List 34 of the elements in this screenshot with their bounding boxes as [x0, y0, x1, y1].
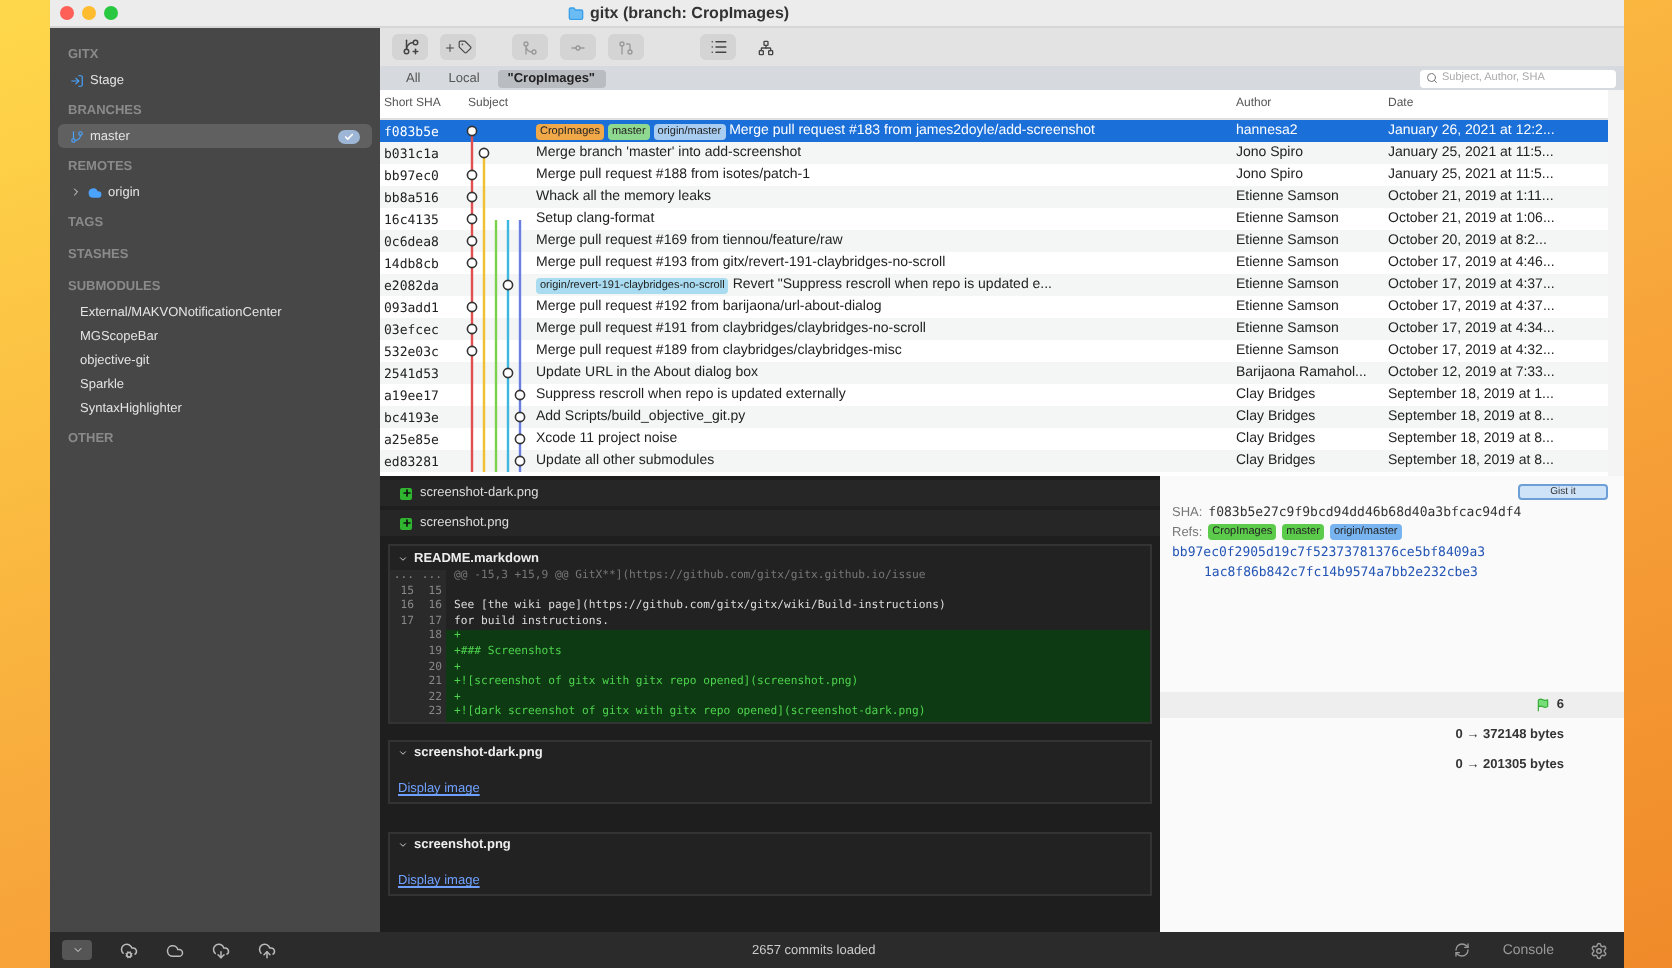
cloud-download-icon[interactable] [212, 941, 230, 959]
cloud-upload-icon[interactable] [258, 941, 276, 959]
add-tag-button[interactable] [440, 34, 476, 60]
cloud-icon[interactable] [166, 941, 184, 959]
list-view-button[interactable] [700, 34, 736, 60]
disclosure-icon[interactable] [398, 748, 408, 759]
tree-icon [758, 39, 774, 55]
stage-icon [70, 73, 84, 87]
window-title: gitx (branch: CropImages) [590, 4, 790, 22]
cloud-gear-icon[interactable] [120, 941, 138, 959]
disclosure-icon[interactable] [70, 186, 82, 198]
pull-request-icon [618, 39, 634, 55]
merge-icon [522, 39, 538, 55]
checkout-badge [338, 129, 360, 143]
added-icon [400, 487, 412, 499]
add-branch-button[interactable] [392, 34, 428, 60]
folder-icon [568, 5, 584, 21]
disclosure-icon[interactable] [398, 840, 408, 851]
settings-icon[interactable] [1590, 941, 1608, 959]
list-icon [709, 38, 727, 56]
action-dropdown[interactable] [62, 940, 92, 960]
tag-icon [458, 40, 472, 54]
plus-icon [444, 41, 456, 53]
cloud-icon [88, 185, 102, 199]
close-button[interactable] [60, 6, 74, 20]
added-icon [400, 517, 412, 529]
commit-icon [570, 39, 586, 55]
chevron-down-icon [71, 944, 83, 956]
branch-plus-icon [401, 38, 419, 56]
flag-icon [1536, 698, 1551, 712]
search-icon [1426, 72, 1438, 84]
branch-icon [70, 129, 84, 143]
disclosure-icon[interactable] [398, 553, 408, 563]
refresh-icon[interactable] [1454, 942, 1471, 958]
